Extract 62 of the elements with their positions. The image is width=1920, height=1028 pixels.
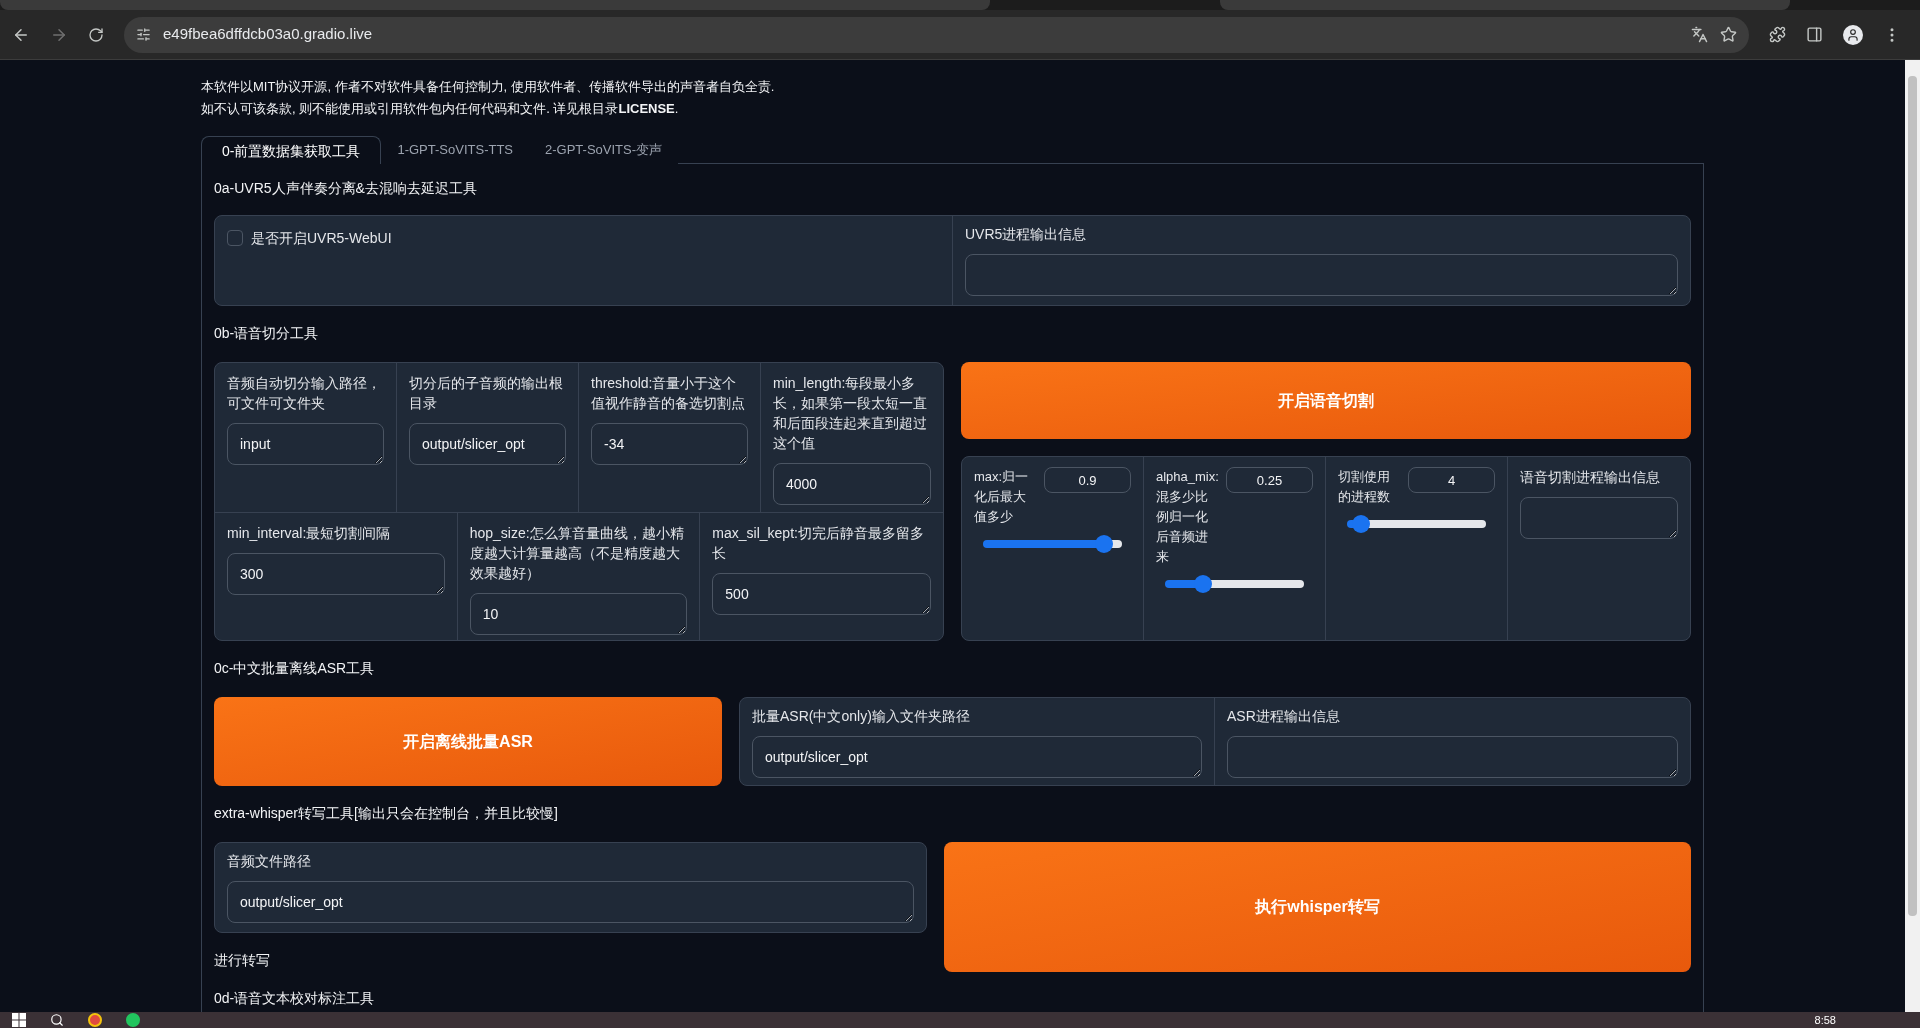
field-label: hop_size:怎么算音量曲线，越小精度越大计算量越高（不是精度越大效果越好） (469, 524, 685, 583)
extensions-icon[interactable] (1769, 26, 1786, 43)
text-field[interactable] (965, 254, 1678, 296)
scrollbar[interactable] (1905, 60, 1920, 1012)
text-field[interactable]: -34 (591, 423, 748, 465)
chat-app-icon[interactable] (126, 1013, 140, 1027)
text-field[interactable]: output/slicer_opt (227, 881, 914, 923)
slider-label: 切割使用的进程数 (1338, 468, 1391, 506)
section-title: 0a-UVR5人声伴奏分离&去混响去延迟工具 (214, 179, 478, 198)
text-field[interactable] (1227, 736, 1678, 778)
number-field[interactable]: 0.9 (1044, 467, 1131, 493)
site-info-icon[interactable] (136, 27, 151, 42)
text-field[interactable]: output/slicer_opt (409, 423, 566, 465)
slider-thumb[interactable] (1351, 515, 1370, 533)
field-label: ASR进程输出信息 (1227, 707, 1341, 726)
profile-icon[interactable] (1843, 24, 1863, 45)
translate-icon[interactable] (1691, 26, 1708, 43)
field-label: 音频文件路径 (227, 852, 312, 871)
bookmark-star-icon[interactable] (1720, 26, 1737, 43)
slider-label: max:归一化后最大值多少 (974, 468, 1030, 526)
address-bar[interactable]: e49fbea6dffdcb03a0.gradio.live (124, 16, 1749, 53)
text-field[interactable]: 4000 (773, 463, 931, 505)
slider-label: alpha_mix:混多少比例归一化后音频进来 (1156, 468, 1220, 566)
slider-thumb[interactable] (1193, 575, 1212, 593)
text-field[interactable]: 500 (712, 573, 931, 615)
number-field[interactable]: 0.25 (1226, 467, 1313, 493)
notice-text: 如不认可该条款, 则不能使用或引用软件包内任何代码和文件. 详见根目录LICENSE. (201, 100, 680, 118)
section-title: extra-whisper转写工具[输出只会在控制台，并且比较慢] (214, 804, 559, 823)
tab[interactable]: 0-前置数据集获取工具 (201, 136, 382, 164)
tab[interactable]: 1-GPT-SoVITS-TTS (381, 136, 530, 164)
field-label: min_length:每段最小多长，如果第一段太短一直和后面段连起来直到超过这个值 (773, 374, 928, 453)
url-text: e49fbea6dffdcb03a0.gradio.live (163, 24, 373, 45)
text-field[interactable]: 10 (469, 593, 688, 635)
clock-time: 8:58 (1814, 1013, 1836, 1027)
section-title: 0b-语音切分工具 (214, 324, 320, 343)
notice-text: 本软件以MIT协议开源, 作者不对软件具备任何控制力, 使用软件者、传播软件导出的声音者自负全责. (201, 78, 776, 96)
text-field[interactable]: 300 (227, 553, 445, 595)
slider-thumb[interactable] (1094, 535, 1113, 553)
checkbox[interactable] (227, 230, 243, 246)
section-title: 0d-语音文本校对标注工具 (214, 989, 376, 1008)
text-field[interactable]: output/slicer_opt (752, 736, 1202, 778)
section-title: 进行转写 (214, 951, 271, 970)
tab[interactable]: 2-GPT-SoVITS-变声 (529, 136, 679, 164)
field-label: 切分后的子音频的输出根目录 (409, 374, 564, 413)
search-icon[interactable] (50, 1013, 64, 1027)
field-label: 音频自动切分输入路径，可文件可文件夹 (227, 374, 382, 413)
side-panel-icon[interactable] (1806, 26, 1823, 43)
field-label: max_sil_kept:切完后静音最多留多长 (712, 524, 925, 563)
scrollbar-thumb[interactable] (1908, 76, 1917, 916)
field-label: 语音切割进程输出信息 (1520, 468, 1661, 487)
section-title: 0c-中文批量离线ASR工具 (214, 659, 376, 678)
reload-icon[interactable] (88, 26, 104, 43)
windows-logo-icon[interactable] (12, 1013, 26, 1027)
field-label: 批量ASR(中文only)输入文件夹路径 (752, 707, 971, 726)
text-field[interactable] (1520, 497, 1678, 539)
checkbox-label: 是否开启UVR5-WebUI (251, 229, 392, 248)
field-label: threshold:音量小于这个值视作静音的备选切割点 (591, 374, 746, 413)
number-field[interactable]: 4 (1408, 467, 1495, 493)
text-field[interactable]: input (227, 423, 384, 465)
browser-app-icon[interactable] (88, 1013, 102, 1027)
field-label: min_interval:最短切割间隔 (227, 524, 392, 543)
field-label: UVR5进程输出信息 (965, 225, 1088, 244)
